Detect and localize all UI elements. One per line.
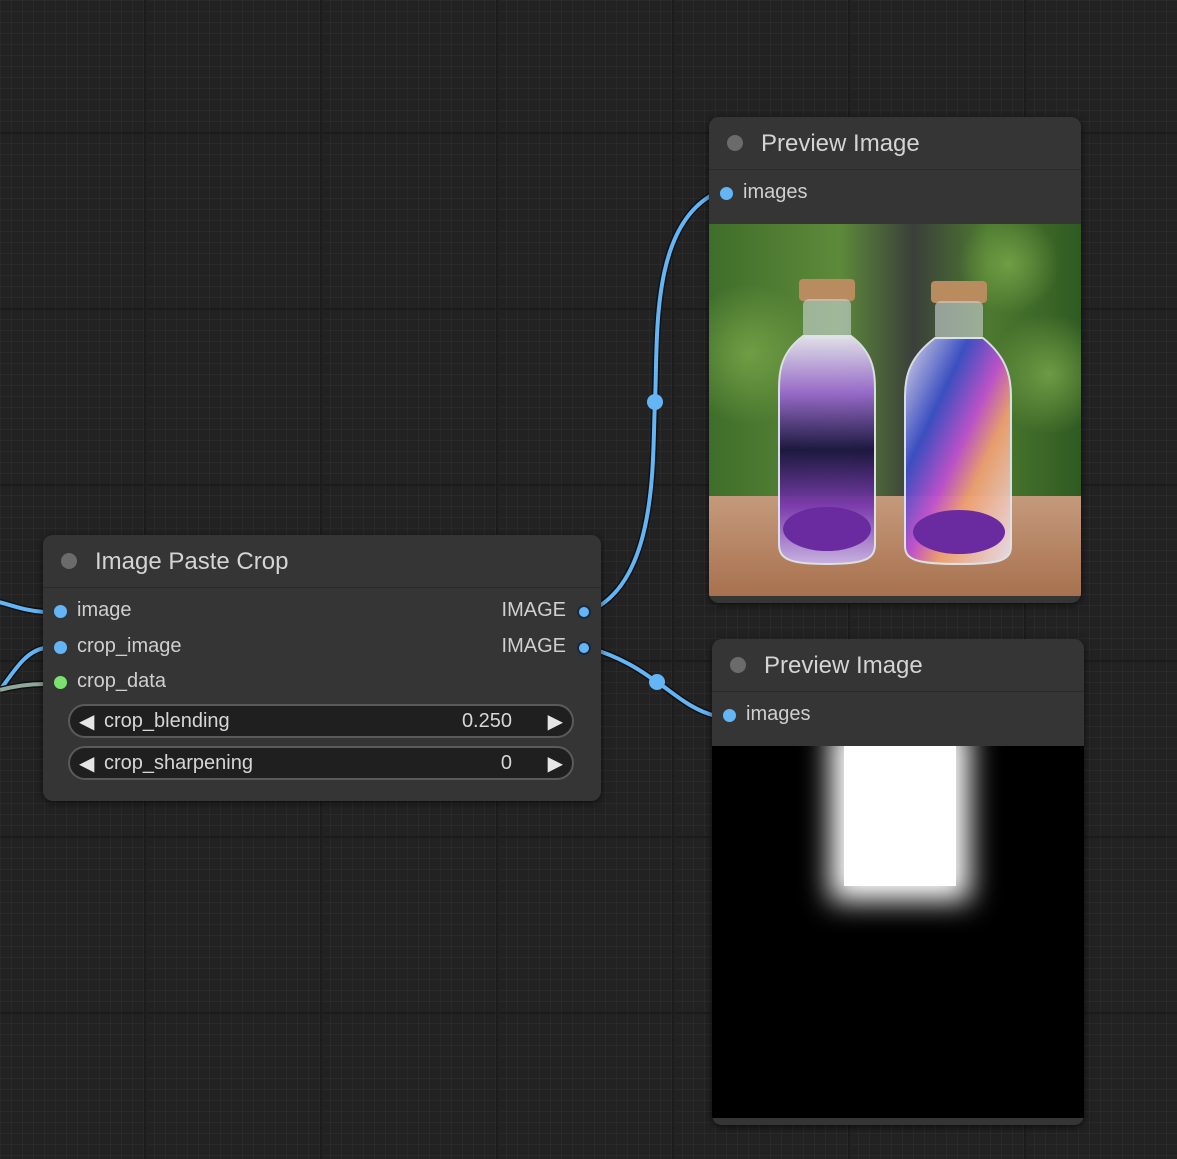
widget-crop-sharpening[interactable]: ◀ crop_sharpening 0 ▶ bbox=[68, 746, 574, 780]
node-title-bar[interactable]: Preview Image bbox=[709, 117, 1081, 170]
output-label: IMAGE bbox=[501, 599, 566, 621]
input-slot-image[interactable]: image bbox=[43, 599, 343, 629]
input-label: crop_data bbox=[77, 670, 166, 692]
widget-label: crop_blending bbox=[104, 710, 230, 732]
output-slot-image-1[interactable]: IMAGE bbox=[401, 599, 601, 629]
decrement-arrow-icon[interactable]: ◀ bbox=[79, 709, 94, 734]
widget-value[interactable]: 0 bbox=[501, 752, 512, 775]
collapse-dot-icon[interactable] bbox=[61, 553, 77, 569]
node-title-bar[interactable]: Preview Image bbox=[712, 639, 1084, 692]
widget-crop-blending[interactable]: ◀ crop_blending 0.250 ▶ bbox=[68, 704, 574, 738]
widget-value[interactable]: 0.250 bbox=[462, 710, 512, 733]
node-title: Preview Image bbox=[764, 652, 923, 679]
collapse-dot-icon[interactable] bbox=[730, 657, 746, 673]
node-title: Preview Image bbox=[761, 130, 920, 157]
node-title: Image Paste Crop bbox=[95, 548, 289, 575]
input-dot-icon[interactable] bbox=[54, 641, 67, 654]
input-label: images bbox=[746, 703, 811, 725]
increment-arrow-icon[interactable]: ▶ bbox=[548, 709, 563, 734]
node-image-paste-crop[interactable]: Image Paste Crop image crop_image crop_d… bbox=[43, 535, 601, 801]
decrement-arrow-icon[interactable]: ◀ bbox=[79, 751, 94, 776]
input-slot-images[interactable]: images bbox=[712, 703, 1012, 733]
mask-image bbox=[712, 746, 1084, 1118]
preview-image bbox=[709, 224, 1081, 596]
output-dot-icon[interactable] bbox=[577, 641, 591, 655]
input-slot-crop-image[interactable]: crop_image bbox=[43, 635, 343, 665]
input-label: image bbox=[77, 599, 132, 621]
input-slot-crop-data[interactable]: crop_data bbox=[43, 670, 343, 700]
input-dot-icon[interactable] bbox=[723, 709, 736, 722]
input-label: images bbox=[743, 181, 808, 203]
output-dot-icon[interactable] bbox=[577, 605, 591, 619]
node-preview-image-bottom[interactable]: Preview Image images bbox=[712, 639, 1084, 1125]
node-title-bar[interactable]: Image Paste Crop bbox=[43, 535, 601, 588]
input-label: crop_image bbox=[77, 635, 182, 657]
input-dot-icon[interactable] bbox=[54, 605, 67, 618]
output-slot-image-2[interactable]: IMAGE bbox=[401, 635, 601, 665]
node-preview-image-top[interactable]: Preview Image images bbox=[709, 117, 1081, 603]
input-dot-icon[interactable] bbox=[720, 187, 733, 200]
collapse-dot-icon[interactable] bbox=[727, 135, 743, 151]
increment-arrow-icon[interactable]: ▶ bbox=[548, 751, 563, 776]
input-slot-images[interactable]: images bbox=[709, 181, 1009, 211]
widget-label: crop_sharpening bbox=[104, 752, 253, 774]
output-label: IMAGE bbox=[501, 635, 566, 657]
preview-image bbox=[712, 746, 1084, 1118]
bottles-image bbox=[709, 224, 1081, 596]
input-dot-icon[interactable] bbox=[54, 676, 67, 689]
